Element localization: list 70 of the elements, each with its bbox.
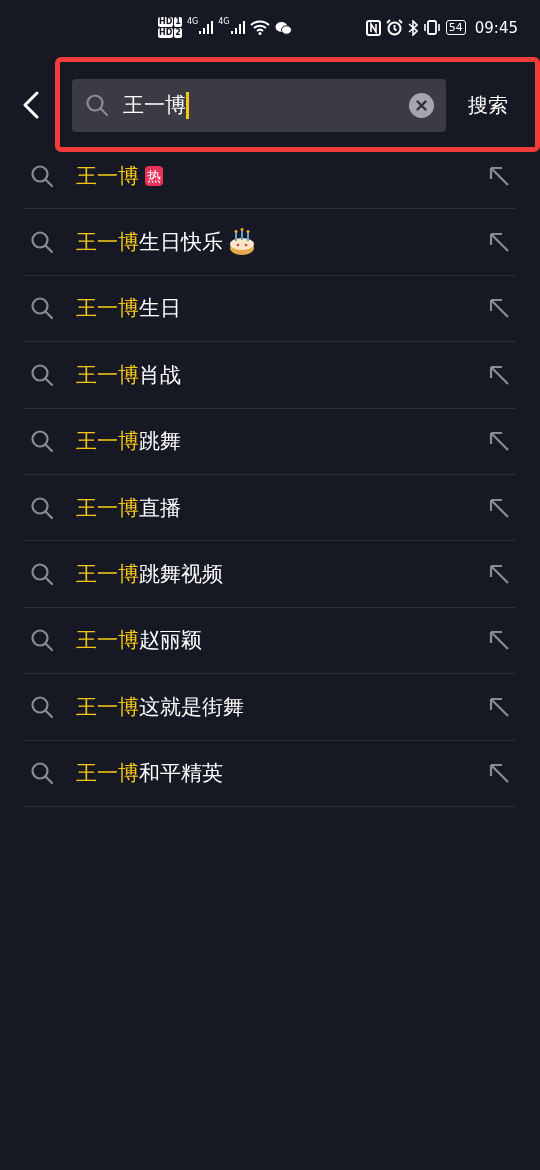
cake-icon xyxy=(229,228,255,257)
suggestion-text: 生日快乐 xyxy=(139,230,223,255)
suggestion-text: 生日 xyxy=(139,296,181,321)
search-icon xyxy=(30,362,54,387)
search-icon xyxy=(30,761,54,786)
clear-icon[interactable] xyxy=(409,92,434,118)
wifi-icon xyxy=(249,20,270,35)
fill-arrow-icon[interactable] xyxy=(488,496,510,519)
suggestion-text: 跳舞 xyxy=(139,429,181,454)
search-icon xyxy=(30,694,54,719)
sim-indicator: HD 1 xyxy=(158,17,182,27)
search-icon xyxy=(30,495,54,520)
chat-icon xyxy=(274,20,292,35)
search-icon xyxy=(85,93,109,117)
suggestion-match: 王一博 xyxy=(76,628,139,653)
bluetooth-icon xyxy=(407,19,418,36)
fill-arrow-icon[interactable] xyxy=(488,430,510,453)
fill-arrow-icon[interactable] xyxy=(488,164,510,187)
suggestion-item[interactable]: 王一博生日 xyxy=(24,275,516,343)
suggestion-item[interactable]: 王一博和平精英 xyxy=(24,740,516,807)
network-type: 4G xyxy=(218,17,230,26)
suggestion-text: 跳舞视频 xyxy=(139,562,223,587)
search-icon xyxy=(30,230,54,255)
clock-time: 09:45 xyxy=(474,18,518,37)
fill-arrow-icon[interactable] xyxy=(488,297,510,320)
suggestion-match: 王一博 xyxy=(76,163,139,188)
suggestion-item[interactable]: 王一博跳舞 xyxy=(24,408,516,475)
search-icon xyxy=(30,163,54,188)
suggestion-text: 和平精英 xyxy=(139,761,223,786)
alarm-icon xyxy=(385,19,403,36)
suggestion-match: 王一博 xyxy=(76,230,139,255)
suggestion-match: 王一博 xyxy=(76,495,139,520)
suggestion-match: 王一博 xyxy=(76,362,139,387)
search-field[interactable]: 王一博 xyxy=(72,78,446,132)
search-icon xyxy=(30,429,54,454)
suggestion-match: 王一博 xyxy=(76,694,139,719)
search-icon xyxy=(30,296,54,321)
search-icon xyxy=(30,562,54,587)
sim-indicator: HD 2 xyxy=(158,28,182,38)
suggestion-item[interactable]: 王一博直播 xyxy=(24,474,516,542)
suggestion-match: 王一博 xyxy=(76,761,139,786)
suggestion-item[interactable]: 王一博这就是街舞 xyxy=(24,674,516,741)
suggestion-match: 王一博 xyxy=(76,429,139,454)
network-type: 4G xyxy=(186,17,199,26)
suggestion-item[interactable]: 王一博生日快乐 xyxy=(24,209,516,276)
suggestion-item[interactable]: 王一博 热 xyxy=(24,143,516,210)
suggestion-item[interactable]: 王一博肖战 xyxy=(24,342,516,409)
vibrate-icon xyxy=(422,20,441,35)
nfc-icon xyxy=(365,19,381,36)
suggestion-match: 王一博 xyxy=(76,562,139,587)
suggestion-text: 赵丽颖 xyxy=(139,628,202,653)
battery-icon: 54 xyxy=(445,20,466,35)
suggestion-text: 直播 xyxy=(139,495,181,520)
suggestion-text: 肖战 xyxy=(139,362,181,387)
search-icon xyxy=(30,628,54,653)
fill-arrow-icon[interactable] xyxy=(488,231,510,254)
fill-arrow-icon[interactable] xyxy=(488,363,510,386)
fill-arrow-icon[interactable] xyxy=(488,629,510,652)
suggestion-item[interactable]: 王一博赵丽颖 xyxy=(24,607,516,675)
signal-icon xyxy=(230,21,245,34)
back-icon[interactable] xyxy=(22,91,40,119)
fill-arrow-icon[interactable] xyxy=(488,563,510,586)
suggestion-match: 王一博 xyxy=(76,296,139,321)
search-button[interactable]: 搜索 xyxy=(460,91,516,119)
fill-arrow-icon[interactable] xyxy=(488,762,510,785)
suggestion-item[interactable]: 王一博跳舞视频 xyxy=(24,541,516,608)
signal-icon xyxy=(199,21,214,34)
hot-badge: 热 xyxy=(145,165,163,186)
fill-arrow-icon[interactable] xyxy=(488,695,510,718)
suggestion-text: 这就是街舞 xyxy=(139,694,244,719)
